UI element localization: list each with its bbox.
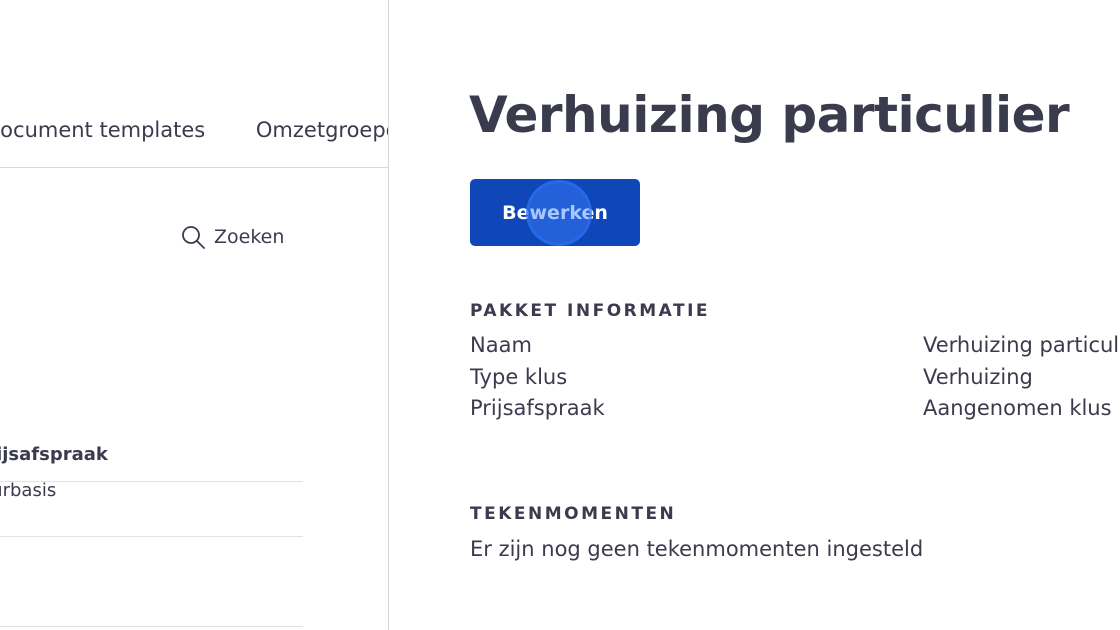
background-page: Document templates Omzetgroepen Zoeken P… (0, 0, 388, 630)
tab-omzetgroepen[interactable]: Omzetgroepen (256, 118, 388, 142)
info-label-prijsafspraak: Prijsafspraak (470, 396, 605, 420)
section-heading-pakket-informatie: PAKKET INFORMATIE (470, 301, 711, 321)
tab-document-templates[interactable]: Document templates (0, 118, 205, 142)
column-header-prijsafspraak: Prijsafspraak (0, 444, 108, 465)
info-value-prijsafspraak: Aangenomen klus (923, 396, 1112, 420)
page-title: Verhuizing particulier (469, 86, 1070, 144)
tabs-divider (0, 167, 388, 168)
info-label-type-klus: Type klus (470, 365, 568, 389)
search-label: Zoeken (214, 226, 285, 248)
edit-button[interactable]: Bewerken (470, 179, 640, 246)
info-label-naam: Naam (470, 333, 532, 357)
search-button[interactable]: Zoeken (180, 224, 284, 250)
table-row-divider (0, 536, 303, 537)
info-value-type-klus: Verhuizing (923, 365, 1033, 389)
app-window: Document templates Omzetgroepen Zoeken P… (0, 0, 1120, 630)
detail-panel: Verhuizing particulier Bewerken PAKKET I… (389, 0, 1120, 630)
empty-state-text: Er zijn nog geen tekenmomenten ingesteld (470, 537, 924, 561)
search-icon (182, 226, 205, 249)
section-heading-tekenmomenten: TEKENMOMENTEN (470, 504, 677, 524)
table-cell: Uurbasis (0, 480, 57, 501)
table-row-divider (0, 626, 303, 627)
settings-tabs: Document templates Omzetgroepen (0, 118, 388, 142)
info-value-naam: Verhuizing particulier (923, 333, 1120, 357)
